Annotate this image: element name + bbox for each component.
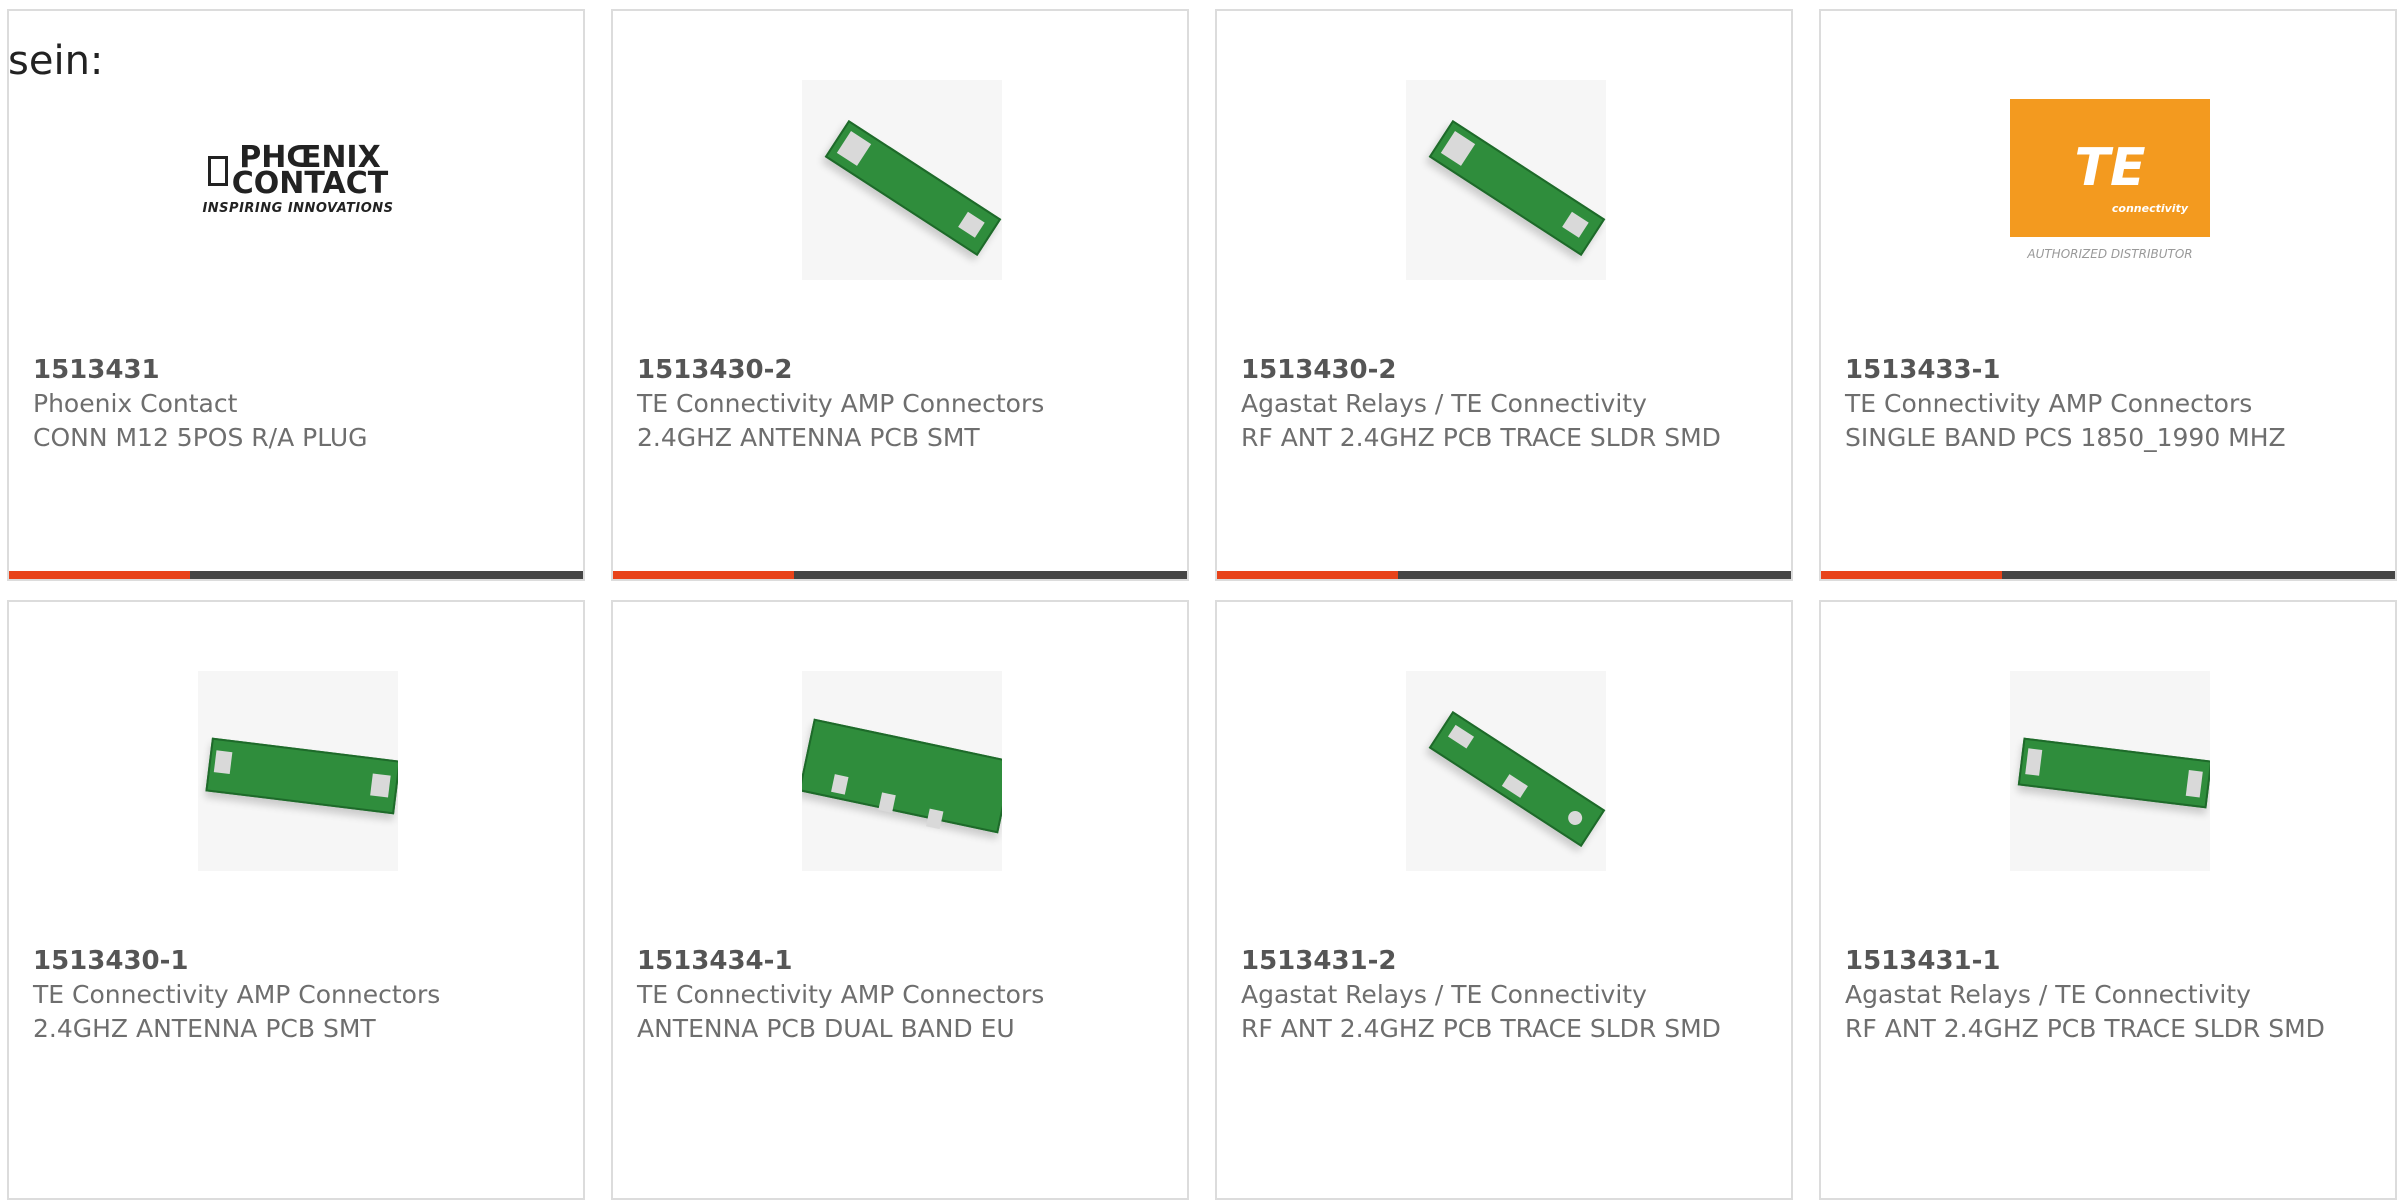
product-image[interactable] — [1406, 671, 1606, 871]
part-number[interactable]: 1513431-2 — [1241, 944, 1761, 978]
product-info: 1513433-1 TE Connectivity AMP Connectors… — [1845, 353, 2365, 455]
card-accent-bar — [1217, 571, 1791, 579]
product-description: 2.4GHZ ANTENNA PCB SMT — [33, 1014, 376, 1043]
manufacturer: Agastat Relays / TE Connectivity — [1241, 389, 1647, 418]
product-image[interactable]: PHŒNIX CONTACT INSPIRING INNOVATIONS — [198, 80, 398, 280]
product-description: 2.4GHZ ANTENNA PCB SMT — [637, 423, 980, 452]
phoenix-mark-icon — [207, 155, 228, 186]
pcb-antenna-image — [2010, 671, 2210, 871]
product-card[interactable]: PHŒNIX CONTACT INSPIRING INNOVATIONS 151… — [7, 9, 585, 581]
product-image[interactable] — [1406, 80, 1606, 280]
product-card[interactable]: TE connectivity AUTHORIZED DISTRIBUTOR 1… — [1819, 9, 2397, 581]
logo-text: TE — [2074, 138, 2146, 198]
pcb-antenna-image — [1406, 671, 1606, 871]
manufacturer: TE Connectivity AMP Connectors — [33, 980, 441, 1009]
manufacturer: TE Connectivity AMP Connectors — [637, 980, 1045, 1009]
product-info: 1513431-1 Agastat Relays / TE Connectivi… — [1845, 944, 2365, 1046]
product-grid: PHŒNIX CONTACT INSPIRING INNOVATIONS 151… — [0, 0, 2400, 1200]
product-card[interactable]: 1513431-2 Agastat Relays / TE Connectivi… — [1215, 600, 1793, 1200]
card-accent-bar — [613, 571, 1187, 579]
part-number[interactable]: 1513430-2 — [637, 353, 1157, 387]
card-accent-bar — [9, 571, 583, 579]
manufacturer: Agastat Relays / TE Connectivity — [1241, 980, 1647, 1009]
phoenix-contact-logo: PHŒNIX CONTACT INSPIRING INNOVATIONS — [202, 142, 394, 216]
product-info: 1513431 Phoenix Contact CONN M12 5POS R/… — [33, 353, 553, 455]
manufacturer: Phoenix Contact — [33, 389, 238, 418]
manufacturer: Agastat Relays / TE Connectivity — [1845, 980, 2251, 1009]
product-card[interactable]: 1513434-1 TE Connectivity AMP Connectors… — [611, 600, 1189, 1200]
card-accent-bar — [1821, 571, 2395, 579]
product-card[interactable]: 1513431-1 Agastat Relays / TE Connectivi… — [1819, 600, 2397, 1200]
product-card[interactable]: 1513430-1 TE Connectivity AMP Connectors… — [7, 600, 585, 1200]
part-number[interactable]: 1513430-1 — [33, 944, 553, 978]
pcb-antenna-image — [198, 671, 398, 871]
product-description: SINGLE BAND PCS 1850_1990 MHZ — [1845, 423, 2286, 452]
pcb-antenna-image — [802, 671, 1002, 871]
part-number[interactable]: 1513430-2 — [1241, 353, 1761, 387]
logo-subtext: connectivity — [2111, 202, 2188, 215]
product-description: ANTENNA PCB DUAL BAND EU — [637, 1014, 1015, 1043]
logo-caption: AUTHORIZED DISTRIBUTOR — [2027, 247, 2193, 261]
pcb-antenna-image — [1406, 80, 1606, 280]
pcb-antenna-image — [802, 80, 1002, 280]
manufacturer: TE Connectivity AMP Connectors — [637, 389, 1045, 418]
part-number[interactable]: 1513434-1 — [637, 944, 1157, 978]
logo-text-mid: CONTACT — [231, 165, 389, 201]
product-card[interactable]: 1513430-2 TE Connectivity AMP Connectors… — [611, 9, 1189, 581]
part-number[interactable]: 1513433-1 — [1845, 353, 2365, 387]
product-image[interactable] — [802, 671, 1002, 871]
intro-text: sein: — [8, 38, 104, 84]
logo-tagline: INSPIRING INNOVATIONS — [202, 200, 394, 216]
product-info: 1513430-2 Agastat Relays / TE Connectivi… — [1241, 353, 1761, 455]
product-description: RF ANT 2.4GHZ PCB TRACE SLDR SMD — [1241, 423, 1721, 452]
product-image[interactable] — [2010, 671, 2210, 871]
part-number[interactable]: 1513431-1 — [1845, 944, 2365, 978]
product-image[interactable] — [198, 671, 398, 871]
product-info: 1513430-2 TE Connectivity AMP Connectors… — [637, 353, 1157, 455]
manufacturer: TE Connectivity AMP Connectors — [1845, 389, 2253, 418]
te-connectivity-logo: TE connectivity AUTHORIZED DISTRIBUTOR — [2010, 99, 2210, 261]
product-info: 1513434-1 TE Connectivity AMP Connectors… — [637, 944, 1157, 1046]
product-description: CONN M12 5POS R/A PLUG — [33, 423, 368, 452]
product-card[interactable]: 1513430-2 Agastat Relays / TE Connectivi… — [1215, 9, 1793, 581]
product-info: 1513431-2 Agastat Relays / TE Connectivi… — [1241, 944, 1761, 1046]
product-image[interactable]: TE connectivity AUTHORIZED DISTRIBUTOR — [2010, 80, 2210, 280]
product-info: 1513430-1 TE Connectivity AMP Connectors… — [33, 944, 553, 1046]
product-description: RF ANT 2.4GHZ PCB TRACE SLDR SMD — [1845, 1014, 2325, 1043]
product-description: RF ANT 2.4GHZ PCB TRACE SLDR SMD — [1241, 1014, 1721, 1043]
product-image[interactable] — [802, 80, 1002, 280]
part-number[interactable]: 1513431 — [33, 353, 553, 387]
